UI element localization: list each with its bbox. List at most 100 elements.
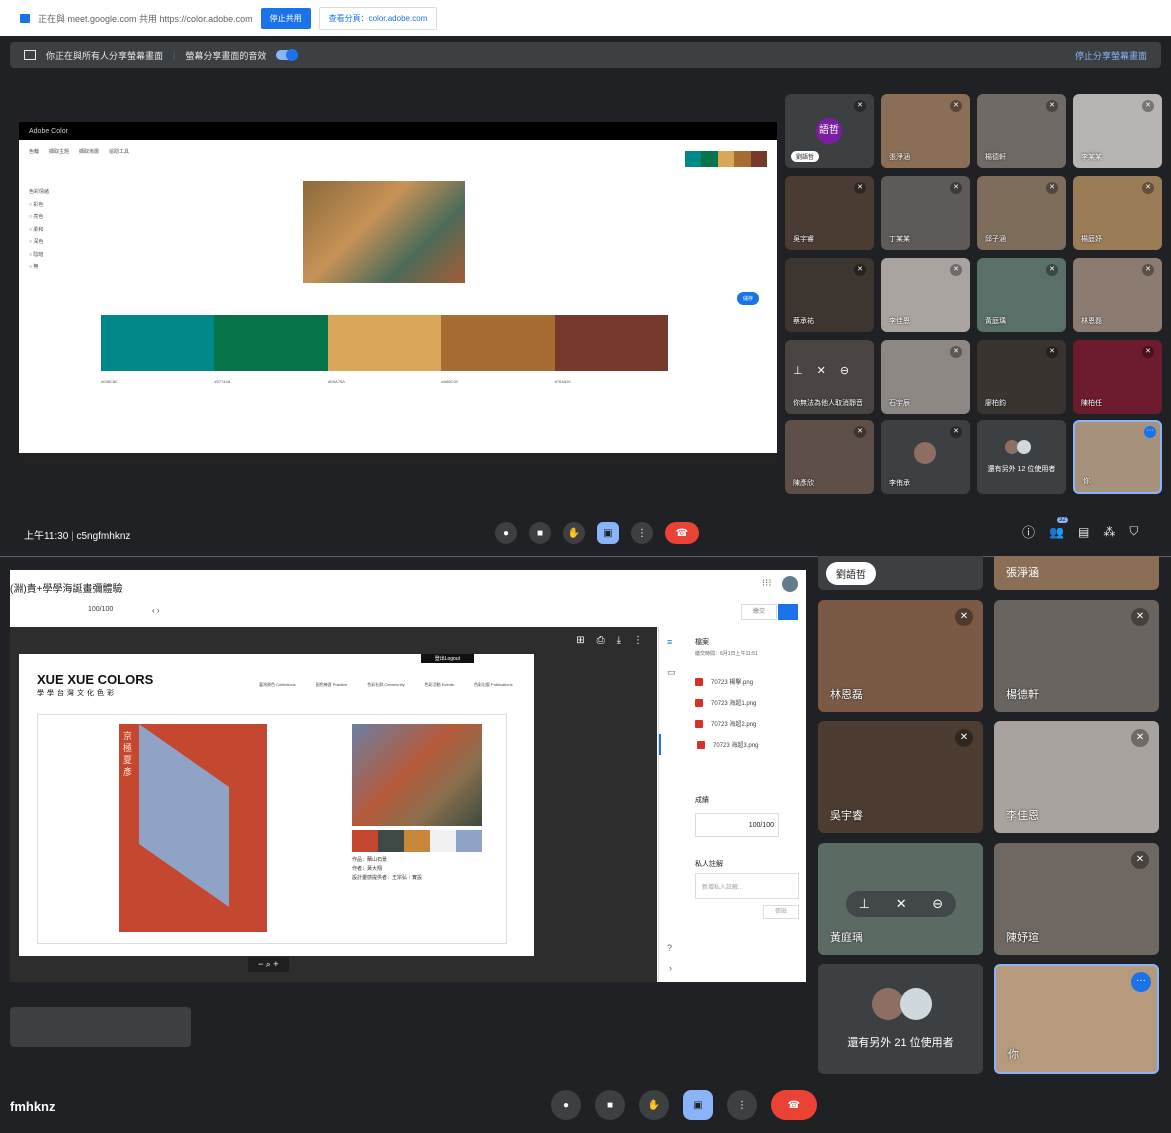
- site-nav-item[interactable]: 臺灣原色 Collections: [259, 682, 296, 688]
- participant-tile[interactable]: ✕ 張淨涵: [881, 94, 970, 168]
- participant-tile[interactable]: ✕ 邱子涵: [977, 176, 1066, 250]
- activities-icon[interactable]: ⁂: [1103, 525, 1115, 539]
- more-icon[interactable]: ⋮: [633, 635, 643, 646]
- participant-tile[interactable]: 劉語哲: [818, 556, 983, 590]
- files-tab-icon[interactable]: ≡: [667, 637, 672, 647]
- mood-option[interactable]: ○ 亮色: [29, 211, 49, 224]
- mute-icon[interactable]: ✕: [896, 896, 907, 912]
- raise-hand-icon[interactable]: ✋: [639, 1090, 669, 1120]
- more-options-icon[interactable]: ⋮: [727, 1090, 757, 1120]
- camera-icon[interactable]: ■: [595, 1090, 625, 1120]
- swatch[interactable]: [327, 315, 442, 371]
- participant-tile[interactable]: ⊥ ✕ ⊖ 黃庭瑀: [818, 843, 983, 955]
- mood-option[interactable]: ○ 無: [29, 261, 49, 274]
- participant-tile[interactable]: 張淨涵: [994, 556, 1159, 590]
- swatch[interactable]: [101, 315, 215, 371]
- participant-tile[interactable]: ✕ 李某某: [1073, 94, 1162, 168]
- adobe-tab[interactable]: 色輪: [29, 148, 39, 155]
- participant-tile[interactable]: ✕ 李佳恩: [994, 721, 1159, 833]
- participant-tile[interactable]: ✕ 黃庭瑀: [977, 258, 1066, 332]
- file-item[interactable]: 70723 海超1.png: [659, 692, 807, 713]
- participant-tile[interactable]: 語哲 ✕ 劉語哲: [785, 94, 874, 168]
- mood-option[interactable]: ○ 陰暗: [29, 249, 49, 262]
- site-nav-item[interactable]: 色彩出版 Publications: [474, 682, 513, 688]
- prev-next-icon[interactable]: ‹ ›: [152, 606, 160, 615]
- zoom-controls[interactable]: − ⌕ +: [248, 957, 289, 972]
- more-options-icon[interactable]: ···: [1131, 972, 1151, 992]
- participant-tile[interactable]: 還有另外 21 位使用者: [818, 964, 983, 1074]
- file-item[interactable]: 70723 海超2.png: [659, 713, 807, 734]
- adobe-tab[interactable]: 協助工具: [109, 148, 129, 155]
- site-nav-item[interactable]: 配色練習 Practice: [316, 682, 348, 688]
- add-icon[interactable]: ⊞: [576, 635, 584, 646]
- participant-tile[interactable]: ⊥ ✕ ⊖ 你無法為他人取消靜音: [785, 340, 874, 414]
- stop-presenting-link[interactable]: 停止分享螢幕畫面: [1075, 49, 1147, 62]
- raise-hand-icon[interactable]: ✋: [563, 522, 585, 544]
- help-icon[interactable]: ?: [667, 943, 672, 953]
- pin-icon[interactable]: ⊥: [793, 364, 803, 377]
- leave-call-icon[interactable]: ☎: [771, 1090, 817, 1120]
- stop-sharing-button[interactable]: 停止共用: [260, 7, 311, 29]
- mood-option[interactable]: ○ 深色: [29, 236, 49, 249]
- site-nav-item[interactable]: 色彩社群 Community: [367, 682, 404, 688]
- participant-tile[interactable]: ✕ 林恩磊: [818, 600, 983, 712]
- participant-tile[interactable]: ✕ 吳宇睿: [785, 176, 874, 250]
- swatch[interactable]: [214, 315, 328, 371]
- file-item-selected[interactable]: 70723 海超3.png: [659, 734, 807, 755]
- participant-tile[interactable]: ✕ 林恩磊: [1073, 258, 1162, 332]
- audio-toggle[interactable]: [276, 49, 299, 61]
- participant-tile[interactable]: ✕ 楊德軒: [977, 94, 1066, 168]
- participant-tile[interactable]: ✕ 廖柏鈞: [977, 340, 1066, 414]
- dropdown-arrow-button[interactable]: [778, 604, 798, 620]
- post-comment-button[interactable]: 張貼: [763, 905, 799, 919]
- camera-icon[interactable]: ■: [529, 522, 551, 544]
- participant-tile[interactable]: ✕ 丁某某: [881, 176, 970, 250]
- microphone-icon[interactable]: ●: [495, 522, 517, 544]
- return-button[interactable]: 繳交: [741, 604, 777, 620]
- score-dropdown[interactable]: 100/100: [88, 606, 113, 613]
- participant-tile-self[interactable]: ··· 你: [1073, 420, 1162, 494]
- participant-tile[interactable]: ✕ 陳彥欣: [785, 420, 874, 494]
- remove-icon[interactable]: ⊖: [932, 896, 943, 912]
- file-item[interactable]: 70723 楊擊.png: [659, 671, 807, 692]
- participant-tile[interactable]: ✕ 吳宇睿: [818, 721, 983, 833]
- participant-tile[interactable]: ✕ 蔡承祐: [785, 258, 874, 332]
- apps-grid-icon[interactable]: ⁝⁝⁝: [762, 578, 772, 589]
- expand-icon[interactable]: ›: [669, 963, 672, 973]
- more-options-icon[interactable]: ···: [1144, 426, 1156, 438]
- participant-tile[interactable]: ✕ 李佳恩: [881, 258, 970, 332]
- participant-tile[interactable]: ✕ 陳妤瑄: [994, 843, 1159, 955]
- people-icon[interactable]: 👥 32: [1049, 516, 1068, 539]
- participant-tile[interactable]: ✕ 石宇辰: [881, 340, 970, 414]
- remove-icon[interactable]: ⊖: [840, 364, 849, 377]
- leave-call-icon[interactable]: ☎: [665, 522, 699, 544]
- host-controls-icon[interactable]: ⛉: [1129, 524, 1138, 539]
- swatch[interactable]: [441, 315, 555, 371]
- participant-tile[interactable]: ✕ 楊庭妤: [1073, 176, 1162, 250]
- adobe-tab[interactable]: 擷取主題: [49, 148, 69, 155]
- participant-tile[interactable]: ✕ 李侑承: [881, 420, 970, 494]
- mute-icon[interactable]: ✕: [817, 364, 826, 377]
- avatar[interactable]: [782, 576, 798, 592]
- adobe-save-button[interactable]: 儲存: [737, 292, 760, 305]
- chat-icon[interactable]: ▤: [1078, 525, 1089, 539]
- more-options-icon[interactable]: ⋮: [631, 522, 653, 544]
- site-nav-item[interactable]: 色彩活動 Events: [425, 682, 454, 688]
- grade-input[interactable]: 100/100: [695, 813, 779, 837]
- pin-icon[interactable]: ⊥: [859, 896, 870, 912]
- switch-tab-button[interactable]: 查看分頁：color.adobe.com: [318, 6, 438, 30]
- present-icon[interactable]: ▣: [597, 522, 619, 544]
- mood-option[interactable]: ○ 柔和: [29, 224, 49, 237]
- download-icon[interactable]: ⤓: [617, 635, 621, 646]
- mood-option[interactable]: ○ 彩色: [29, 199, 49, 212]
- microphone-icon[interactable]: ●: [551, 1090, 581, 1120]
- swatch[interactable]: [554, 315, 669, 371]
- print-icon[interactable]: ⎙: [597, 635, 605, 646]
- participant-tile-self[interactable]: ··· 你: [994, 964, 1159, 1074]
- info-icon[interactable]: ⓘ: [1022, 522, 1035, 541]
- present-icon[interactable]: ▣: [683, 1090, 713, 1120]
- adobe-tab[interactable]: 擷取漸層: [79, 148, 99, 155]
- participant-tile[interactable]: ✕ 楊德軒: [994, 600, 1159, 712]
- logout-link[interactable]: 登出Logout: [420, 654, 474, 663]
- participant-tile[interactable]: 還有另外 12 位使用者: [977, 420, 1066, 494]
